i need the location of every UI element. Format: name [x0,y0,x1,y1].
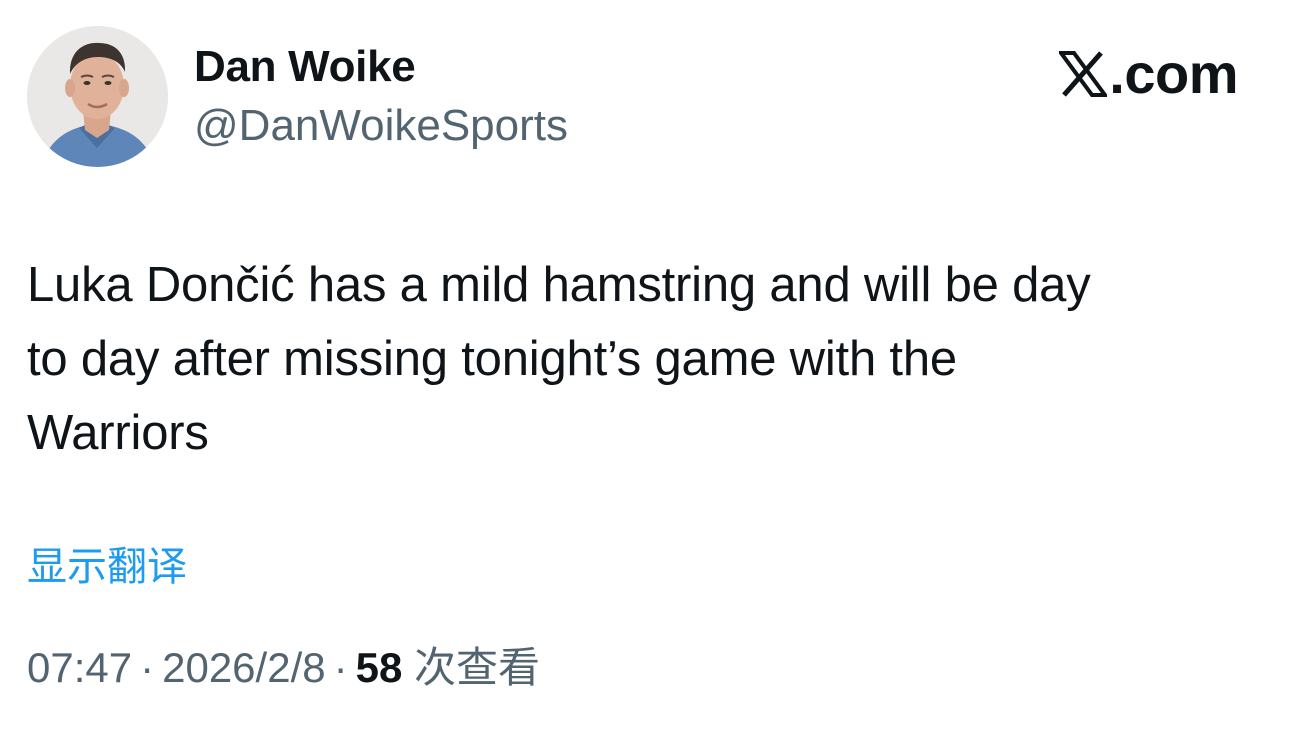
show-translation-link[interactable]: 显示翻译 [27,541,187,593]
avatar-photo [27,26,168,167]
avatar[interactable] [27,26,168,167]
tweet-card: Dan Woike @DanWoikeSports .com Luka Donč… [0,0,1290,729]
tweet-time[interactable]: 07:47 [27,644,132,691]
tweet-meta: 07:47 · 2026/2/8 · 58 次查看 [27,640,540,696]
tweet-text: Luka Dončić has a mild hamstring and wil… [27,258,1091,460]
meta-separator: · [140,644,155,691]
x-logo-icon [1059,51,1109,97]
author-handle[interactable]: @DanWoikeSports [194,99,568,153]
tweet-date[interactable]: 2026/2/8 [162,644,326,691]
x-com-brand: .com [1059,43,1238,105]
author-display-name[interactable]: Dan Woike [194,40,416,94]
views-label: 次查看 [414,644,541,691]
brand-domain-text: .com [1109,42,1238,105]
views-count[interactable]: 58 [356,644,403,691]
meta-separator: · [333,644,348,691]
